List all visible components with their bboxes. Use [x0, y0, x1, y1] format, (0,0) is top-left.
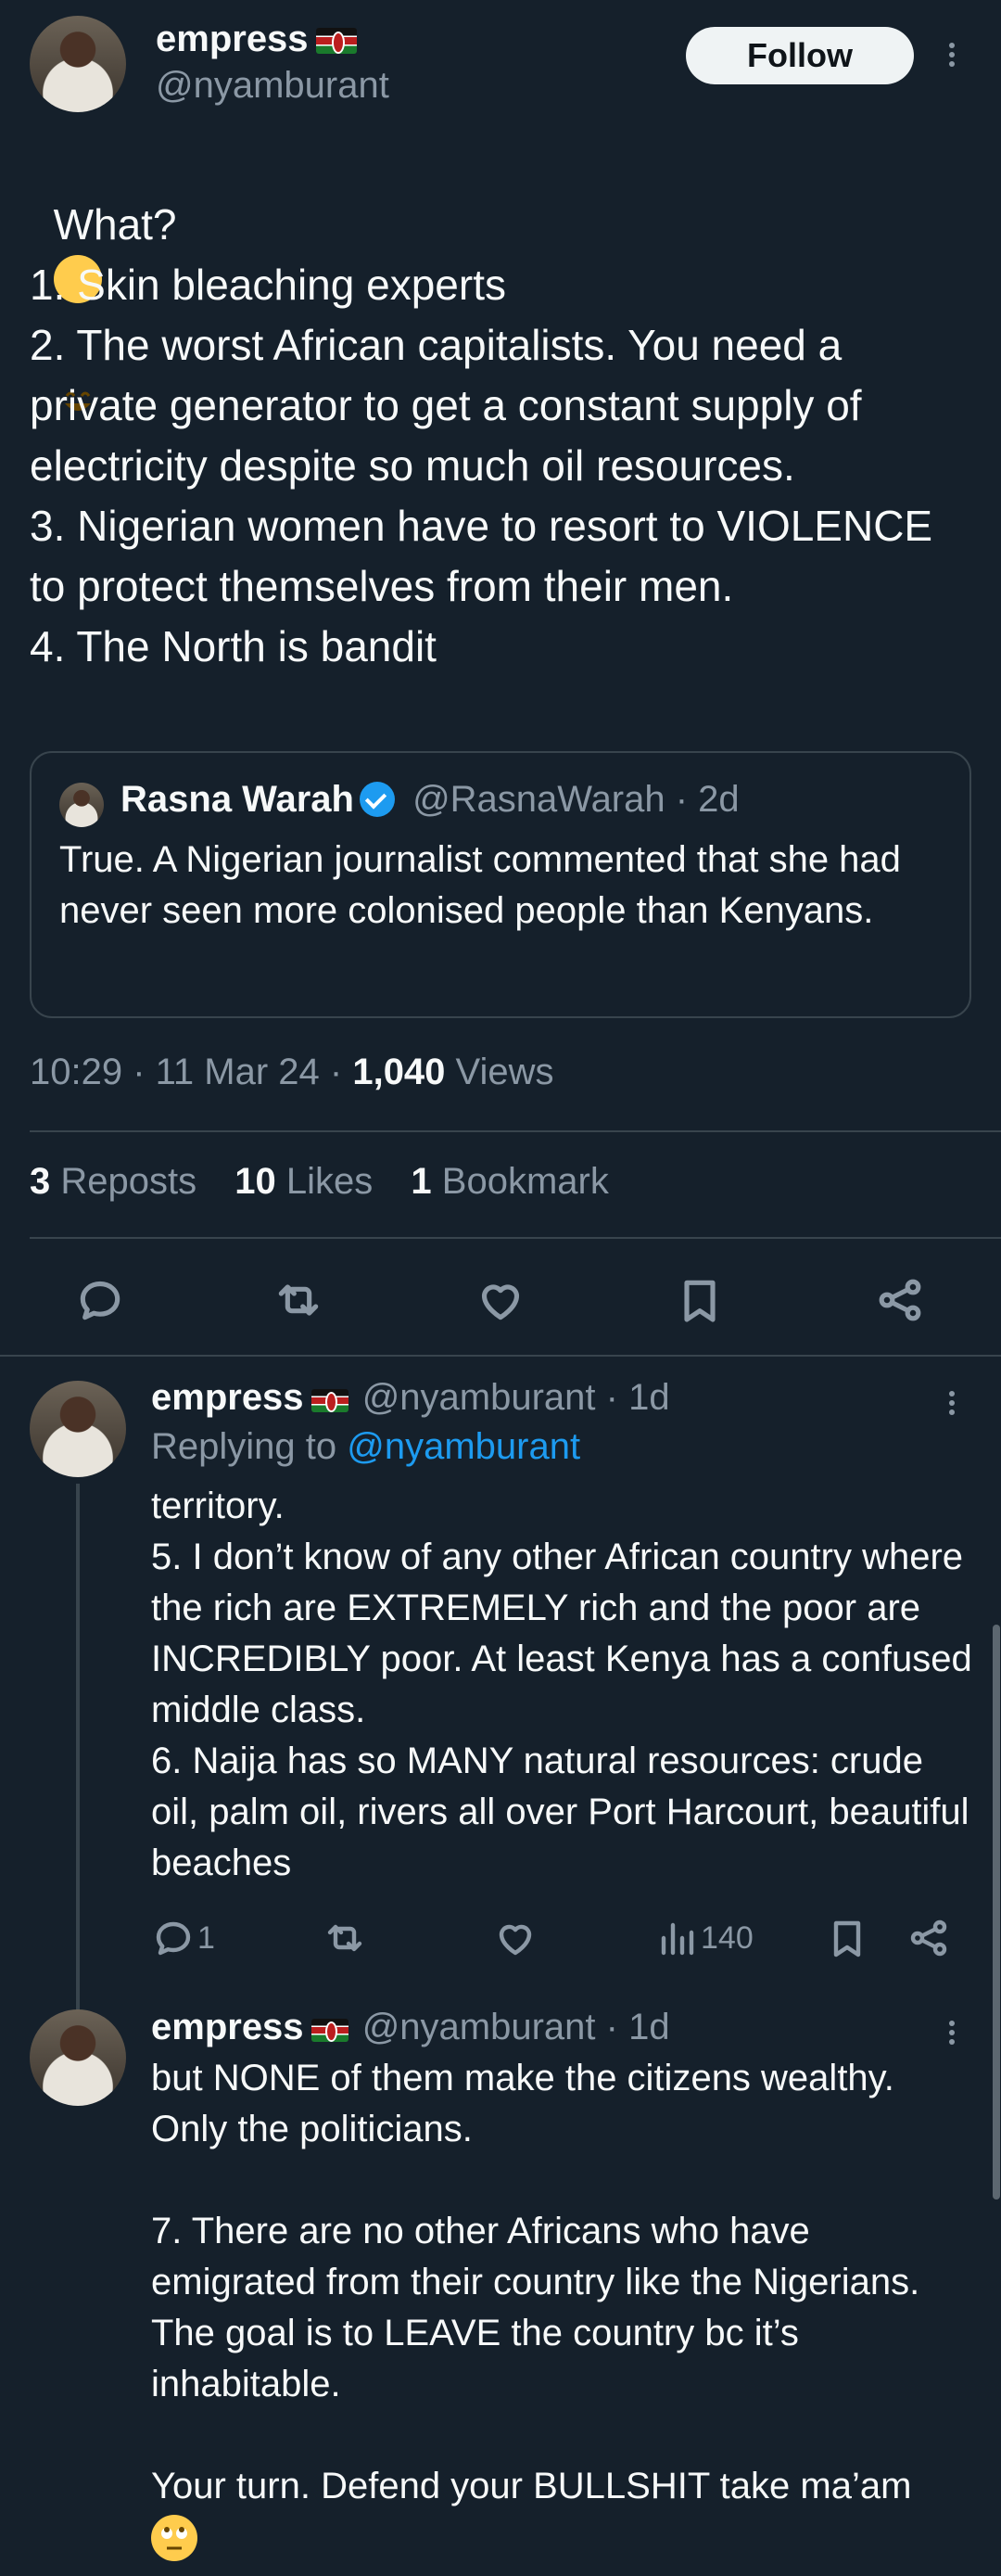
thread-line: [76, 1484, 80, 2017]
likes-count: 10: [234, 1161, 276, 1202]
reply-author-name[interactable]: empress: [151, 2007, 304, 2047]
tweet-timestamp[interactable]: 10:29 · 11 Mar 24 ·: [30, 1052, 352, 1092]
reposts-stat[interactable]: 3 Reposts: [30, 1161, 196, 1202]
reply-header: empress @nyamburant · 1d: [151, 1377, 670, 1419]
reply-icon: [156, 1921, 191, 1956]
bookmarks-count: 1: [411, 1161, 432, 1202]
reply-reply-button[interactable]: 1: [151, 1916, 215, 1960]
heart-icon[interactable]: [493, 1916, 538, 1965]
quote-time: · 2d: [675, 779, 740, 820]
reposts-label: Reposts: [60, 1161, 197, 1202]
kenya-flag-icon: [310, 1389, 348, 1412]
reply-author-handle[interactable]: @nyamburant: [362, 1377, 596, 1418]
views-count: 140: [701, 1919, 754, 1956]
heart-icon[interactable]: [475, 1274, 526, 1331]
reply-text: but NONE of them make the citizens wealt…: [151, 2058, 920, 2506]
likes-stat[interactable]: 10 Likes: [234, 1161, 373, 1202]
repost-icon[interactable]: [323, 1916, 367, 1965]
reply-time: · 1d: [605, 1377, 670, 1418]
bookmark-icon[interactable]: [674, 1274, 726, 1331]
reply-avatar[interactable]: [30, 2009, 126, 2106]
reply-time: · 1d: [605, 2007, 670, 2047]
kenya-flag-icon: [310, 2019, 348, 2042]
more-dots-icon[interactable]: [943, 39, 961, 70]
kenya-flag-icon: [315, 28, 357, 54]
reply-avatar[interactable]: [30, 1381, 126, 1477]
views-count: 1,040: [352, 1052, 446, 1092]
tweet-intro-text: What?: [53, 200, 177, 249]
quote-author-handle[interactable]: @RasnaWarah: [412, 779, 665, 820]
reply-author-name[interactable]: empress: [151, 1377, 304, 1418]
share-icon[interactable]: [874, 1274, 926, 1331]
reposts-count: 3: [30, 1161, 51, 1202]
engagement-stats: 3 Reposts 10 Likes 1 Bookmark: [30, 1161, 609, 1203]
reply-views-button[interactable]: 140: [654, 1916, 754, 1960]
reply-header: empress @nyamburant · 1d: [151, 2007, 670, 2048]
replying-to: Replying to @nyamburant: [151, 1426, 580, 1468]
quote-author-name[interactable]: Rasna Warah: [120, 779, 354, 820]
eye-roll-emoji: [151, 2515, 197, 2561]
reply-count: 1: [197, 1919, 215, 1956]
quote-author-row: Rasna Warah @RasnaWarah · 2d: [120, 779, 740, 821]
divider: [0, 1355, 1001, 1357]
reply-author-handle[interactable]: @nyamburant: [362, 2007, 596, 2047]
views-label: Views: [445, 1052, 554, 1092]
author-avatar[interactable]: [30, 16, 126, 112]
replying-to-handle[interactable]: @nyamburant: [347, 1426, 580, 1467]
scrollbar[interactable]: [993, 1625, 1000, 2200]
quote-author-avatar[interactable]: [59, 783, 104, 827]
author-name[interactable]: empress: [156, 19, 309, 59]
bookmark-icon[interactable]: [825, 1916, 869, 1965]
replying-to-prefix: Replying to: [151, 1426, 348, 1467]
author-name-row[interactable]: empress: [156, 19, 357, 60]
reply-text: territory. 5. I don’t know of any other …: [151, 1486, 972, 1883]
verified-badge-icon: [359, 782, 395, 817]
more-dots-icon[interactable]: [943, 1387, 961, 1419]
more-dots-icon[interactable]: [943, 2017, 961, 2048]
tweet-body: 1. Skin bleaching experts 2. The worst A…: [30, 261, 933, 670]
follow-button[interactable]: Follow: [686, 27, 914, 84]
views-icon: [661, 1922, 694, 1956]
reply-icon[interactable]: [74, 1274, 126, 1331]
divider: [30, 1130, 1001, 1132]
share-icon[interactable]: [906, 1916, 951, 1965]
bookmarks-label: Bookmark: [441, 1161, 609, 1202]
divider: [30, 1237, 1001, 1239]
repost-icon[interactable]: [272, 1274, 324, 1331]
quote-text: True. A Nigerian journalist commented th…: [59, 839, 901, 931]
likes-label: Likes: [285, 1161, 374, 1202]
tweet-meta: 10:29 · 11 Mar 24 · 1,040 Views: [30, 1052, 554, 1093]
bookmarks-stat[interactable]: 1 Bookmark: [411, 1161, 608, 1202]
author-handle[interactable]: @nyamburant: [156, 65, 389, 107]
